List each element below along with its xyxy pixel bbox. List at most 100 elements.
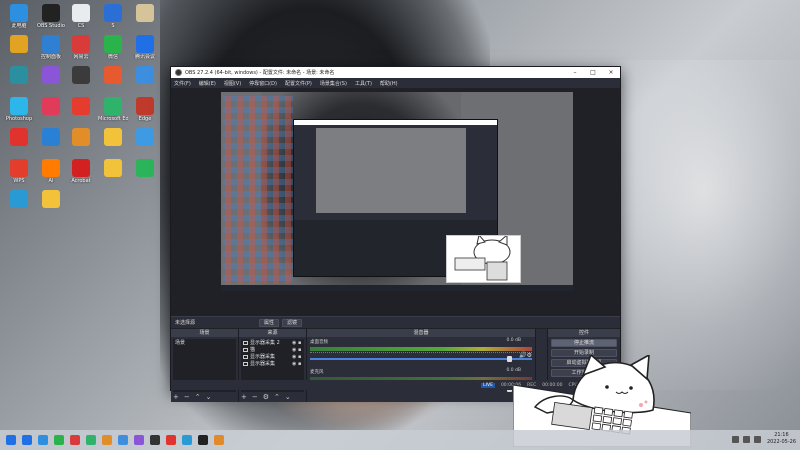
taskbar-app-icon[interactable]: [54, 435, 64, 445]
source-item[interactable]: 猫 ◉ ▪: [241, 346, 304, 353]
desktop-icon[interactable]: AI: [36, 159, 66, 184]
obs-window[interactable]: OBS 27.2.4 (64-bit, windows) - 配置文件: 未命名…: [170, 66, 621, 402]
lock-icon[interactable]: ▪: [298, 361, 304, 367]
desktop-icon[interactable]: Acrobat: [66, 159, 96, 184]
desktop-icon[interactable]: [36, 190, 66, 209]
taskbar-app-icon[interactable]: [214, 435, 224, 445]
desktop-icon[interactable]: [36, 66, 66, 85]
mixer-dock: 混音器 桌面音频 0.0 dB 🔊⚙ 麦克风 0.0 dB 🔊⚙: [307, 329, 536, 402]
menu-scene-collection[interactable]: 场景集合(S): [320, 80, 347, 87]
taskbar-app-icon[interactable]: [118, 435, 128, 445]
desktop-icon[interactable]: [36, 97, 66, 116]
battery-icon[interactable]: [753, 435, 761, 443]
preview-area[interactable]: 未选择源 属性 滤镜 场景 场景 + − ⌃ ⌄ 来源 显示器采集 2 ◉ ▪ …: [171, 88, 620, 402]
taskbar-app-icon[interactable]: [22, 435, 32, 445]
taskbar-app-icon[interactable]: [198, 435, 208, 445]
desktop-icon-label: CS: [77, 23, 85, 29]
desktop-icon[interactable]: [130, 66, 160, 85]
desktop-icon[interactable]: [98, 66, 128, 85]
app-icon: [42, 190, 60, 208]
desktop-icon[interactable]: [4, 190, 34, 209]
menu-profile[interactable]: 配置文件(P): [285, 80, 312, 87]
source-item[interactable]: 显示器采集 ◉ ▪: [241, 360, 304, 367]
desktop-icon[interactable]: [66, 128, 96, 147]
desktop-icon[interactable]: Microsoft Edge: [98, 97, 128, 122]
chevron-up-icon[interactable]: ⌃: [274, 393, 280, 401]
maximize-icon[interactable]: □: [584, 69, 602, 76]
taskbar-app-icon[interactable]: [102, 435, 112, 445]
desktop-icon[interactable]: [130, 159, 160, 178]
minimize-icon[interactable]: –: [566, 69, 584, 76]
desktop-icon[interactable]: OBS Studio: [36, 4, 66, 29]
desktop-icon[interactable]: [130, 4, 160, 23]
app-icon: [136, 97, 154, 115]
desktop-icon[interactable]: [66, 66, 96, 85]
stop-streaming-button[interactable]: 停止推流: [551, 339, 617, 347]
desktop-icon[interactable]: [36, 128, 66, 147]
desktop-icon[interactable]: [4, 35, 34, 54]
desktop-icon[interactable]: [130, 128, 160, 147]
taskbar-app-icon[interactable]: [134, 435, 144, 445]
chevron-up-icon[interactable]: ⌃: [195, 393, 201, 401]
desktop-icon[interactable]: [98, 128, 128, 147]
mixer-header: 混音器: [307, 329, 535, 337]
chevron-down-icon[interactable]: ⌄: [285, 393, 291, 401]
network-icon[interactable]: [731, 435, 739, 443]
taskbar-app-icon[interactable]: [166, 435, 176, 445]
track-name: 桌面音频: [310, 340, 328, 345]
desktop-icon[interactable]: 控制面板: [36, 35, 66, 60]
add-icon[interactable]: +: [173, 393, 179, 401]
menu-docks[interactable]: 停靠窗口(D): [249, 80, 277, 87]
obs-title-bar[interactable]: OBS 27.2.4 (64-bit, windows) - 配置文件: 未命名…: [171, 67, 620, 78]
desktop-icon[interactable]: 此电脑: [4, 4, 34, 29]
preview-canvas[interactable]: [221, 92, 573, 291]
desktop-icon[interactable]: Photoshop: [4, 97, 34, 122]
desktop-icon[interactable]: [98, 159, 128, 178]
remove-icon[interactable]: −: [184, 393, 190, 401]
taskbar-app-icon[interactable]: [150, 435, 160, 445]
properties-button[interactable]: 属性: [259, 318, 280, 327]
menu-tools[interactable]: 工具(T): [355, 80, 372, 87]
menu-file[interactable]: 文件(F): [174, 80, 191, 87]
slider-handle[interactable]: [507, 356, 512, 362]
volume-icon[interactable]: [742, 435, 750, 443]
source-item[interactable]: 显示器采集 ◉ ▪: [241, 353, 304, 360]
desktop-icon[interactable]: S: [98, 4, 128, 29]
taskbar-app-icon[interactable]: [86, 435, 96, 445]
close-icon[interactable]: ×: [602, 69, 620, 76]
lock-icon[interactable]: ▪: [298, 347, 304, 353]
desktop-icon[interactable]: [66, 97, 96, 116]
monitor-icon: [243, 361, 248, 366]
menu-edit[interactable]: 编辑(E): [199, 80, 216, 87]
remove-icon[interactable]: −: [252, 393, 258, 401]
lock-icon[interactable]: ▪: [298, 340, 304, 346]
desktop-icon-label: 此电脑: [11, 23, 27, 29]
start-icon[interactable]: [6, 435, 16, 445]
desktop-icon[interactable]: CS: [66, 4, 96, 29]
menu-view[interactable]: 视图(V): [224, 80, 241, 87]
menu-help[interactable]: 帮助(H): [380, 80, 398, 87]
add-icon[interactable]: +: [241, 393, 247, 401]
scene-item[interactable]: 场景: [173, 339, 236, 346]
app-icon: [10, 190, 28, 208]
desktop-icon[interactable]: [4, 66, 34, 85]
lock-icon[interactable]: ▪: [298, 354, 304, 360]
desktop-icon[interactable]: 腾讯会议: [130, 35, 160, 60]
meter-ticks: [310, 352, 532, 355]
desktop-icon[interactable]: 网易云: [66, 35, 96, 60]
desktop-icon[interactable]: WPS: [4, 159, 34, 184]
scenes-footer: + − ⌃ ⌄: [173, 393, 217, 401]
taskbar-app-icon[interactable]: [182, 435, 192, 445]
desktop-icon[interactable]: [4, 128, 34, 147]
desktop-icon[interactable]: Edge: [130, 97, 160, 122]
filters-button[interactable]: 滤镜: [282, 318, 303, 327]
taskbar-app-icon[interactable]: [38, 435, 48, 445]
desktop-icon[interactable]: 微信: [98, 35, 128, 60]
clock[interactable]: 21:16 2022-05-26: [767, 432, 796, 446]
source-item[interactable]: 显示器采集 2 ◉ ▪: [241, 339, 304, 346]
desktop-icon-label: AI: [48, 178, 54, 184]
gear-icon[interactable]: ⚙: [263, 393, 269, 401]
volume-slider[interactable]: [310, 356, 532, 362]
taskbar-app-icon[interactable]: [70, 435, 80, 445]
chevron-down-icon[interactable]: ⌄: [206, 393, 212, 401]
